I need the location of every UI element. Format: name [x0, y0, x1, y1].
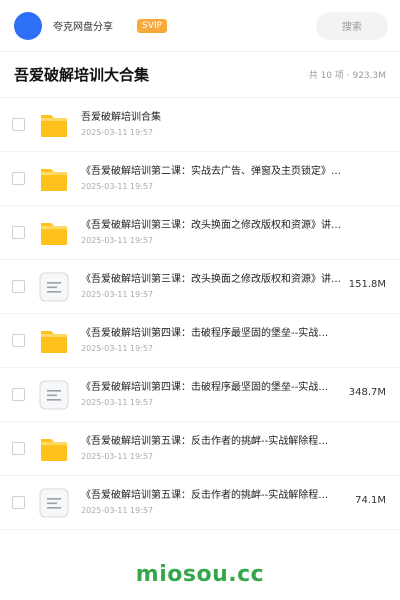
folder-icon [39, 218, 69, 248]
file-name: 《吾爱破解培训第三课：改头换面之修改版权和资源》讲… [81, 220, 341, 231]
row-checkbox[interactable] [12, 226, 25, 239]
file-row[interactable]: 《吾爱破解培训第四课：击破程序最坚固的堡垒--实战… 2025-03-11 19:… [0, 314, 400, 368]
file-text: 《吾爱破解培训第二课：实战去广告、弹窗及主页锁定》… 2025-03-11 19:… [81, 165, 349, 192]
file-date: 2025-03-11 19:57 [81, 236, 154, 245]
document-icon [39, 380, 69, 410]
file-date: 2025-03-11 19:57 [81, 506, 154, 515]
vip-badge: SVIP [137, 18, 167, 33]
folder-icon [39, 326, 69, 356]
file-text: 《吾爱破解培训第三课：改头换面之修改版权和资源》讲… 2025-03-11 19:… [81, 273, 349, 300]
row-checkbox[interactable] [12, 334, 25, 347]
file-name: 《吾爱破解培训第四课：击破程序最坚固的堡垒--实战… [81, 382, 329, 393]
search-input[interactable]: 搜索 [316, 11, 388, 40]
app-window: 夸克网盘分享 SVIP 搜索 吾爱破解培训大合集 共 10 项 · 923.3M… [0, 0, 400, 600]
file-text: 《吾爱破解培训第五课：反击作者的挑衅--实战解除程… 2025-03-11 19:… [81, 489, 349, 516]
file-name: 《吾爱破解培训第二课：实战去广告、弹窗及主页锁定》… [81, 166, 341, 177]
file-row[interactable]: 《吾爱破解培训第二课：实战去广告、弹窗及主页锁定》… 2025-03-11 19:… [0, 152, 400, 206]
file-size: 151.8M [348, 279, 386, 290]
file-row[interactable]: 吾爱破解培训合集 2025-03-11 19:57 [0, 98, 400, 152]
file-row[interactable]: 《吾爱破解培训第四课：击破程序最坚固的堡垒--实战… 2025-03-11 19:… [0, 368, 400, 422]
header-bar: 夸克网盘分享 SVIP 搜索 [0, 0, 400, 52]
file-row[interactable]: 《吾爱破解培训第三课：改头换面之修改版权和资源》讲… 2025-03-11 19:… [0, 206, 400, 260]
file-date: 2025-03-11 19:57 [81, 182, 154, 191]
file-date: 2025-03-11 19:57 [81, 290, 154, 299]
file-size: 348.7M [348, 387, 386, 398]
file-size: 74.1M [355, 495, 386, 506]
avatar[interactable] [14, 11, 42, 40]
file-text: 《吾爱破解培训第三课：改头换面之修改版权和资源》讲… 2025-03-11 19:… [81, 219, 349, 246]
file-row[interactable]: 《吾爱破解培训第五课：反击作者的挑衅--实战解除程… 2025-03-11 19:… [0, 476, 400, 530]
row-checkbox[interactable] [12, 118, 25, 131]
file-date: 2025-03-11 19:57 [81, 452, 154, 461]
folder-icon [39, 434, 69, 464]
file-row[interactable]: 《吾爱破解培训第五课：反击作者的挑衅--实战解除程… 2025-03-11 19:… [0, 422, 400, 476]
file-date: 2025-03-11 19:57 [81, 128, 154, 137]
row-checkbox[interactable] [12, 496, 25, 509]
file-date: 2025-03-11 19:57 [81, 398, 154, 407]
file-date: 2025-03-11 19:57 [81, 344, 154, 353]
document-icon [39, 488, 69, 518]
row-checkbox[interactable] [12, 388, 25, 401]
row-checkbox[interactable] [12, 280, 25, 293]
file-text: 《吾爱破解培训第五课：反击作者的挑衅--实战解除程… 2025-03-11 19:… [81, 435, 349, 462]
file-name: 《吾爱破解培训第三课：改头换面之修改版权和资源》讲… [81, 274, 341, 285]
folder-title-row: 吾爱破解培训大合集 共 10 项 · 923.3M [0, 52, 400, 98]
folder-icon [39, 110, 69, 140]
search-placeholder: 搜索 [342, 22, 362, 33]
row-checkbox[interactable] [12, 172, 25, 185]
file-list: 吾爱破解培训合集 2025-03-11 19:57 《吾爱破解培训第二课：实战去广… [0, 98, 400, 530]
page-title: 吾爱破解培训大合集 [14, 66, 150, 84]
folder-icon [39, 164, 69, 194]
file-text: 《吾爱破解培训第四课：击破程序最坚固的堡垒--实战… 2025-03-11 19:… [81, 327, 349, 354]
file-text: 吾爱破解培训合集 2025-03-11 19:57 [81, 111, 349, 138]
file-name: 《吾爱破解培训第五课：反击作者的挑衅--实战解除程… [81, 436, 329, 447]
row-checkbox[interactable] [12, 442, 25, 455]
user-name: 夸克网盘分享 [53, 22, 113, 33]
file-name: 《吾爱破解培训第四课：击破程序最坚固的堡垒--实战… [81, 328, 329, 339]
folder-summary: 共 10 项 · 923.3M [308, 71, 386, 81]
file-name: 《吾爱破解培训第五课：反击作者的挑衅--实战解除程… [81, 490, 329, 501]
document-icon [39, 272, 69, 302]
file-row[interactable]: 《吾爱破解培训第三课：改头换面之修改版权和资源》讲… 2025-03-11 19:… [0, 260, 400, 314]
watermark-text: miosou.cc [135, 562, 265, 587]
file-name: 吾爱破解培训合集 [81, 112, 161, 123]
file-text: 《吾爱破解培训第四课：击破程序最坚固的堡垒--实战… 2025-03-11 19:… [81, 381, 349, 408]
